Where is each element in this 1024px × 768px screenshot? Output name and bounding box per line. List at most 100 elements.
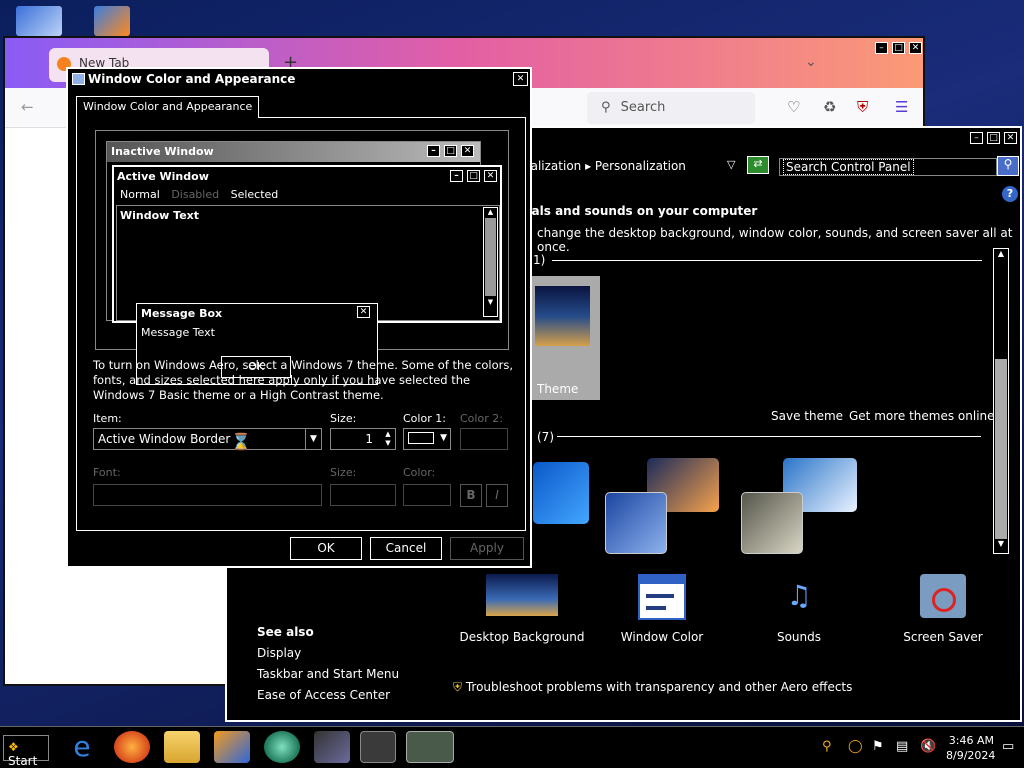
page-description: change the desktop background, window co… [537, 226, 1013, 254]
size-label: Size: [330, 412, 357, 425]
start-button[interactable]: ❖ Start [3, 735, 49, 768]
taskbar-start-menu-link[interactable]: Taskbar and Start Menu [257, 667, 399, 681]
menu-selected: Selected [230, 188, 279, 201]
chevron-down-icon[interactable]: ▽ [727, 158, 735, 171]
font-size-select [330, 484, 396, 506]
network-icon[interactable]: ▤ [896, 739, 908, 754]
clock-date: 8/9/2024 [946, 749, 996, 762]
minimize-button[interactable]: – [970, 132, 983, 144]
preview-scrollbar: ▲ ▼ [483, 207, 498, 317]
flag-icon[interactable]: ⚑ [872, 739, 884, 754]
window-color-item[interactable]: Window Color [607, 574, 717, 644]
maximize-button[interactable]: □ [892, 42, 905, 54]
menu-disabled: Disabled [171, 188, 220, 201]
scrollbar[interactable]: ▲ ▼ [993, 248, 1009, 554]
search-placeholder: Search [620, 100, 666, 115]
search-input-text: Search Control Panel [783, 159, 914, 175]
sounds-item[interactable]: ♫ Sounds [749, 574, 849, 644]
preview-menu: Normal Disabled Selected [114, 187, 500, 202]
refresh-icon[interactable]: ⇄ [747, 156, 769, 174]
desktop-shortcut-icon[interactable] [16, 6, 62, 36]
theme-characters[interactable] [741, 492, 803, 554]
network-globe-icon[interactable]: ◯ [848, 739, 863, 754]
screen-saver-item[interactable]: Screen Saver [893, 574, 993, 644]
globe-icon[interactable] [264, 731, 300, 763]
internet-explorer-icon[interactable]: e [64, 731, 100, 763]
item-select[interactable]: Active Window Border ▼ [93, 428, 322, 450]
close-icon: ✕ [484, 170, 497, 182]
aero-note: To turn on Windows Aero, select a Window… [93, 358, 514, 402]
size-stepper[interactable]: 1 ▲ ▼ [330, 428, 396, 450]
color2-label: Color 2: [460, 412, 503, 425]
clock[interactable]: 3:46 AM 8/9/2024 [946, 733, 996, 763]
dialog-close-button[interactable]: ✕ [513, 72, 528, 86]
list-all-tabs-icon[interactable]: ⌄ [805, 54, 817, 70]
theme-architecture[interactable] [605, 492, 667, 554]
search-icon[interactable]: ⚲ [997, 156, 1019, 176]
get-more-themes-link[interactable]: Get more themes online [849, 409, 995, 423]
search-icon[interactable]: ⚲ [822, 739, 832, 754]
search-box[interactable]: ⚲ Search [587, 92, 755, 124]
menu-icon[interactable]: ☰ [895, 98, 908, 116]
file-explorer-icon[interactable] [164, 731, 200, 763]
media-player-icon[interactable] [214, 731, 250, 763]
firefox-icon[interactable] [114, 731, 150, 763]
ublock-icon[interactable]: ⛨ [857, 98, 868, 116]
search-input[interactable]: Search Control Panel [779, 158, 997, 176]
volume-muted-icon[interactable]: 🔇 [920, 739, 936, 754]
desktop-background-icon [486, 574, 558, 616]
theme-windows7[interactable] [533, 462, 589, 524]
appearance-preview[interactable]: Inactive Window – □ ✕ Active Window – □ … [95, 130, 509, 385]
maximize-button[interactable]: □ [987, 132, 1000, 144]
display-link[interactable]: Display [257, 646, 301, 660]
system-tools-icon[interactable] [314, 731, 350, 763]
window-color-appearance-dialog: Window Color and Appearance ✕ Window Col… [66, 67, 532, 568]
breadcrumb[interactable]: nalization ▸ Personalization [523, 159, 686, 173]
window-color-icon [638, 574, 686, 620]
back-icon[interactable]: ← [21, 98, 34, 116]
ok-button[interactable]: OK [290, 537, 362, 560]
scroll-thumb[interactable] [995, 359, 1007, 539]
media-player-shortcut-icon[interactable] [94, 6, 130, 36]
size-value: 1 [365, 432, 373, 446]
preview-active-window: Active Window – □ ✕ Normal Disabled Sele… [112, 165, 502, 323]
start-label: Start [8, 754, 38, 768]
menu-normal: Normal [120, 188, 160, 201]
troubleshoot-link[interactable]: ⛨ Troubleshoot problems with transparenc… [453, 680, 852, 695]
divider [552, 260, 982, 261]
tab-window-color-appearance[interactable]: Window Color and Appearance [76, 96, 260, 118]
group-count: (7) [537, 430, 554, 444]
extensions-icon[interactable]: ♻ [823, 98, 836, 116]
desktop-background-item[interactable]: Desktop Background [459, 574, 585, 644]
chevron-down-icon[interactable]: ▼ [305, 429, 321, 449]
scroll-up-icon: ▲ [487, 208, 494, 216]
cancel-button[interactable]: Cancel [370, 537, 442, 560]
color1-picker[interactable]: ▼ [403, 428, 451, 450]
taskbar: ❖ Start e ⚲ ◯ ⚑ ▤ 🔇 3:46 AM 8/9/2024 ▭ [0, 726, 1024, 768]
show-desktop-icon[interactable]: ▭ [1002, 739, 1014, 754]
scroll-down-icon[interactable]: ▼ [994, 539, 1008, 553]
troubleshoot-label: Troubleshoot problems with transparency … [465, 680, 853, 694]
color2-picker [460, 428, 508, 450]
page-title: nals and sounds on your computer [523, 204, 758, 218]
inactive-window-title: Inactive Window [111, 145, 214, 158]
personalization-icon[interactable] [406, 731, 454, 763]
maximize-icon: □ [444, 145, 457, 157]
minimize-button[interactable]: – [875, 42, 888, 54]
font-color-picker [403, 484, 451, 506]
ease-of-access-link[interactable]: Ease of Access Center [257, 688, 390, 702]
close-button[interactable]: ✕ [909, 42, 922, 54]
close-button[interactable]: ✕ [1004, 132, 1017, 144]
help-icon[interactable]: ? [1002, 186, 1018, 202]
stepper-icon[interactable]: ▲ ▼ [382, 430, 394, 448]
scroll-up-icon[interactable]: ▲ [994, 249, 1008, 263]
maximize-icon: □ [467, 170, 480, 182]
chevron-down-icon[interactable]: ▼ [440, 433, 447, 443]
pocket-icon[interactable]: ♡ [787, 98, 800, 116]
save-theme-link[interactable]: Save theme [771, 409, 843, 423]
control-panel-icon[interactable] [360, 731, 396, 763]
minimize-icon: – [450, 170, 463, 182]
item-label: Sounds [776, 630, 822, 644]
color1-swatch [408, 432, 434, 444]
search-icon: ⚲ [601, 100, 611, 115]
